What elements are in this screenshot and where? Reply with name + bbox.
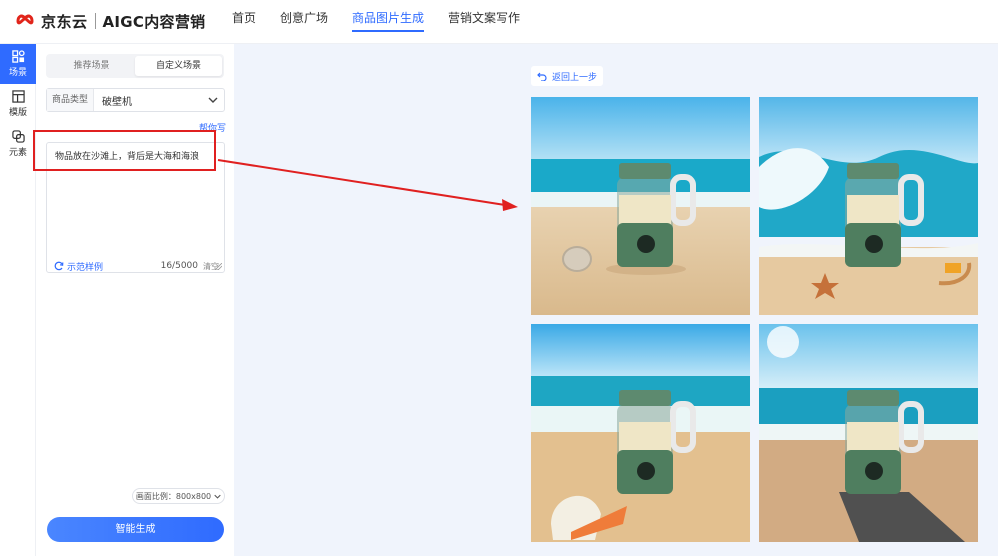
product-type-value: 破壁机 [102, 96, 133, 108]
example-button[interactable]: 示范样例 [54, 260, 103, 273]
example-label: 示范样例 [67, 262, 104, 273]
nav-creative-square[interactable]: 创意广场 [280, 0, 328, 44]
nav-product-image[interactable]: 商品图片生成 [352, 0, 425, 44]
logo[interactable]: 京东云 AIGC内容营销 [12, 9, 205, 33]
clear-button[interactable]: 清空 [203, 261, 219, 272]
tab-recommended-scene[interactable]: 推荐场景 [48, 56, 135, 76]
rail-item-template[interactable]: 模版 [0, 84, 36, 124]
aspect-ratio-select[interactable]: 画面比例：800x800 [132, 488, 225, 504]
back-label: 返回上一步 [552, 72, 598, 83]
result-area: 返回上一步 [234, 44, 998, 556]
result-image-4[interactable] [759, 324, 978, 542]
nav-home[interactable]: 首页 [232, 0, 256, 44]
prompt-footer: 示范样例 16/5000 清空 [46, 256, 225, 276]
top-bar: 京东云 AIGC内容营销 首页 创意广场 商品图片生成 营销文案写作 [0, 0, 998, 44]
product-name: AIGC内容营销 [102, 12, 206, 31]
result-image-3[interactable] [531, 324, 750, 542]
rail-label: 模版 [8, 108, 27, 118]
product-photo [531, 97, 750, 315]
scene-icon [11, 50, 25, 63]
element-icon [11, 130, 25, 143]
result-image-1[interactable] [531, 97, 750, 315]
product-photo [759, 324, 978, 542]
template-icon [11, 90, 25, 103]
back-arrow-icon [537, 72, 547, 81]
nav-copywriting[interactable]: 营销文案写作 [448, 0, 520, 44]
rail-item-scene[interactable]: 场景 [0, 44, 36, 84]
rail-label: 场景 [8, 68, 27, 78]
result-image-2[interactable] [759, 97, 978, 315]
product-photo [531, 324, 750, 542]
product-photo [759, 97, 978, 315]
logo-divider [94, 13, 96, 29]
annotation-highlight-box [33, 130, 216, 171]
brand-name: 京东云 [41, 12, 88, 31]
rail-item-element[interactable]: 元素 [0, 124, 36, 164]
refresh-icon [54, 261, 64, 271]
generate-button[interactable]: 智能生成 [47, 517, 224, 542]
char-count: 16/5000 [160, 261, 198, 271]
side-rail: 场景 模版 元素 [0, 44, 36, 556]
product-type-select[interactable]: 商品类型 破壁机 [46, 88, 225, 112]
product-type-label: 商品类型 [47, 89, 95, 111]
aspect-ratio-label: 画面比例：800x800 [135, 491, 212, 501]
chevron-down-icon [214, 494, 221, 499]
jdcloud-logo-icon [16, 14, 34, 25]
settings-panel: 推荐场景 自定义场景 商品类型 破壁机 帮你写 物品放在沙滩上，背后是大海和海浪… [36, 44, 234, 556]
chevron-down-icon [208, 97, 218, 103]
scene-tabs: 推荐场景 自定义场景 [46, 54, 224, 78]
back-button[interactable]: 返回上一步 [531, 66, 603, 86]
tab-custom-scene[interactable]: 自定义场景 [135, 56, 222, 76]
main-nav: 首页 创意广场 商品图片生成 营销文案写作 [232, 0, 544, 44]
rail-label: 元素 [8, 148, 27, 158]
